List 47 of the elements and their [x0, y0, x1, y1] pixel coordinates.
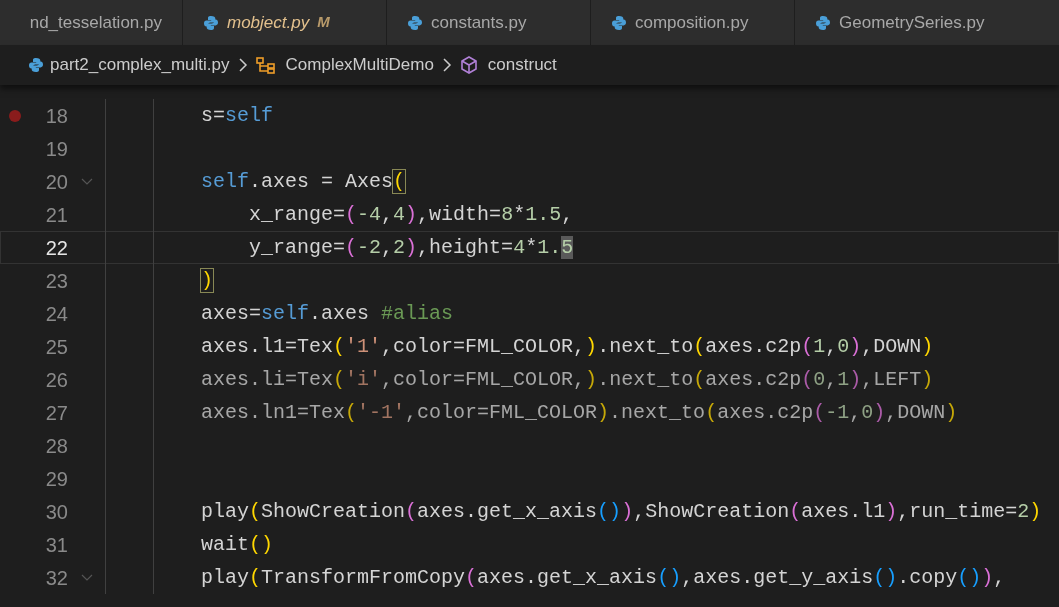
- line-number: 23: [44, 268, 68, 294]
- code-line: play(ShowCreation(axes.get_x_axis()),ShowCreation(axes.l1),run_time=2): [201, 498, 1042, 525]
- line-number: 20: [44, 169, 68, 195]
- line-number: 25: [44, 334, 68, 360]
- line-number: 18: [44, 103, 68, 129]
- code-line: axes.li=Tex('i',color=FML_COLOR,).next_to(axes.c2p(0,1),LEFT): [201, 366, 934, 393]
- code-line: y_range=(-2,2),height=4*1.5: [248, 234, 574, 261]
- line-number: 29: [44, 466, 68, 492]
- cube-icon: [459, 56, 478, 74]
- line-number: 26: [44, 367, 68, 393]
- code-line: wait(): [201, 531, 274, 558]
- code-line: axes.l1=Tex('1',color=FML_COLOR,).next_to(axes.c2p(1,0),DOWN): [201, 333, 934, 360]
- line-number: 24: [44, 301, 68, 327]
- line-number: 19: [44, 136, 68, 162]
- code-line: play(TransformFromCopy(axes.get_x_axis(),axes.get_y_axis().copy()),: [201, 564, 1006, 591]
- line-number: 31: [44, 532, 68, 558]
- code-line: axes=self.axes #alias: [201, 300, 454, 327]
- breadcrumb-item[interactable]: ComplexMultiDemo: [255, 52, 434, 78]
- line-number: 32: [44, 565, 68, 591]
- code-line: ): [201, 267, 213, 294]
- modified-label: M: [317, 12, 330, 33]
- fold-chevron-icon[interactable]: [80, 177, 93, 186]
- editor-tab[interactable]: mobject.py M: [183, 0, 387, 45]
- line-number: 28: [44, 433, 68, 459]
- python-icon: [407, 14, 423, 31]
- editor-tab[interactable]: composition.py: [591, 0, 795, 45]
- code-line: x_range=(-4,4),width=8*1.5,: [248, 201, 574, 228]
- fold-chevron-icon[interactable]: [80, 573, 93, 582]
- code-line: axes.ln1=Tex('-1',color=FML_COLOR).next_to(axes.c2p(-1,0),DOWN): [201, 399, 958, 426]
- breadcrumb-item[interactable]: construct: [459, 52, 557, 78]
- breadcrumb-item[interactable]: part2_complex_multi.py: [28, 52, 230, 78]
- line-number: 30: [44, 499, 68, 525]
- line-number: 22: [44, 235, 68, 261]
- line-number: 21: [44, 202, 68, 228]
- class-icon: [255, 56, 276, 74]
- line-number: 27: [44, 400, 68, 426]
- python-icon: [203, 14, 219, 31]
- chevron-right-icon: [441, 58, 452, 72]
- python-icon: [815, 14, 831, 31]
- python-icon: [28, 57, 44, 73]
- editor-tab[interactable]: nd_tesselation.py: [0, 0, 183, 45]
- editor-tab[interactable]: constants.py: [387, 0, 591, 45]
- code-line: s=self: [201, 102, 274, 129]
- chevron-right-icon: [237, 58, 248, 72]
- code-line: self.axes = Axes(: [201, 168, 406, 195]
- editor-tab[interactable]: GeometrySeries.py: [795, 0, 1059, 45]
- python-icon: [611, 14, 627, 31]
